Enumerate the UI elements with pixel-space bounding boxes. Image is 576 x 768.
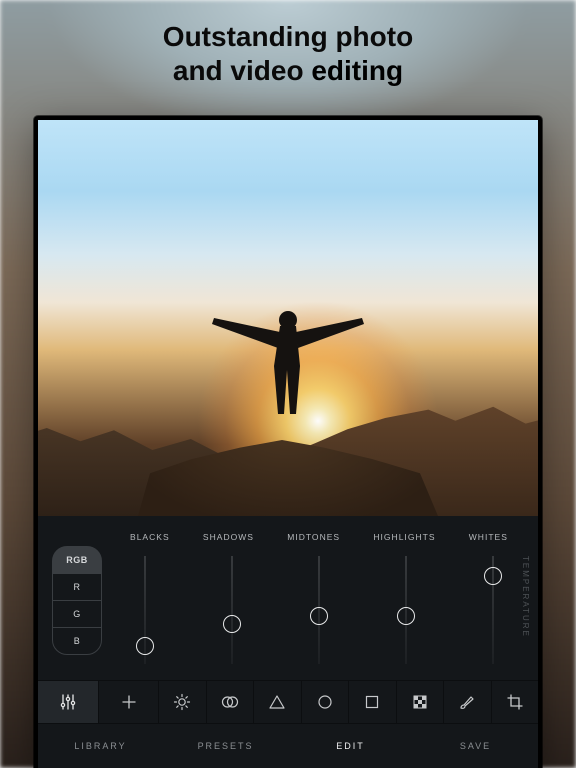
- overlap-circles-icon: [220, 694, 240, 710]
- slider-knob[interactable]: [223, 615, 241, 633]
- slider-knob[interactable]: [484, 567, 502, 585]
- tool-brush[interactable]: [443, 681, 491, 723]
- brush-icon: [458, 693, 476, 711]
- headline-line1: Outstanding photo: [163, 21, 413, 52]
- tablet-frame: RGB R G B BLACKS SHADOWS MIDTONES HIGHLI…: [34, 116, 542, 768]
- slider-shadows[interactable]: [217, 550, 247, 670]
- slider-knob[interactable]: [136, 637, 154, 655]
- plus-icon: [121, 694, 137, 710]
- tab-save[interactable]: SAVE: [413, 724, 538, 768]
- tab-library[interactable]: LIBRARY: [38, 724, 163, 768]
- circle-icon: [317, 694, 333, 710]
- label-blacks: BLACKS: [130, 532, 170, 542]
- crop-icon: [506, 693, 524, 711]
- sun-icon: [173, 693, 191, 711]
- triangle-icon: [268, 694, 286, 710]
- headline-line2-prefix: and video: [173, 55, 311, 86]
- headline-highlight: editing: [311, 55, 403, 86]
- tab-presets[interactable]: PRESETS: [163, 724, 288, 768]
- tool-color[interactable]: [206, 681, 254, 723]
- marketing-headline: Outstanding photo and video editing: [0, 20, 576, 87]
- slider-highlights[interactable]: [391, 550, 421, 670]
- tool-add[interactable]: [98, 681, 158, 723]
- photo-preview[interactable]: [38, 120, 538, 516]
- label-midtones: MIDTONES: [287, 532, 340, 542]
- channel-tab-group: RGB R G B: [52, 546, 102, 655]
- slider-knob[interactable]: [397, 607, 415, 625]
- app-screen: RGB R G B BLACKS SHADOWS MIDTONES HIGHLI…: [38, 120, 538, 768]
- slider-whites[interactable]: [478, 550, 508, 670]
- bottom-tab-bar: LIBRARY PRESETS EDIT SAVE: [38, 724, 538, 768]
- label-whites: WHITES: [469, 532, 508, 542]
- slider-blacks[interactable]: [130, 550, 160, 670]
- channel-tab-b[interactable]: B: [52, 627, 102, 655]
- channel-tab-rgb[interactable]: RGB: [52, 546, 102, 574]
- channel-tab-g[interactable]: G: [52, 600, 102, 628]
- tone-sliders: [130, 550, 508, 670]
- tool-light[interactable]: [158, 681, 206, 723]
- tool-grain[interactable]: [396, 681, 444, 723]
- slider-midtones[interactable]: [304, 550, 334, 670]
- label-highlights: HIGHLIGHTS: [373, 532, 435, 542]
- tool-vignette[interactable]: [301, 681, 349, 723]
- tab-edit[interactable]: EDIT: [288, 724, 413, 768]
- side-label-temperature: TEMPERATURE: [521, 556, 530, 638]
- tool-row: [38, 680, 538, 724]
- tool-frame[interactable]: [348, 681, 396, 723]
- tool-sharpen[interactable]: [253, 681, 301, 723]
- slider-knob[interactable]: [310, 607, 328, 625]
- tool-levels[interactable]: [38, 681, 98, 723]
- channel-tab-r[interactable]: R: [52, 573, 102, 601]
- label-shadows: SHADOWS: [203, 532, 254, 542]
- photo-subject-silhouette: [208, 302, 368, 442]
- edit-panel: RGB R G B BLACKS SHADOWS MIDTONES HIGHLI…: [38, 516, 538, 768]
- checker-icon: [412, 694, 428, 710]
- tool-crop[interactable]: [491, 681, 539, 723]
- tone-labels-row: BLACKS SHADOWS MIDTONES HIGHLIGHTS WHITE…: [130, 532, 508, 542]
- levels-icon: [59, 693, 77, 711]
- square-icon: [364, 694, 380, 710]
